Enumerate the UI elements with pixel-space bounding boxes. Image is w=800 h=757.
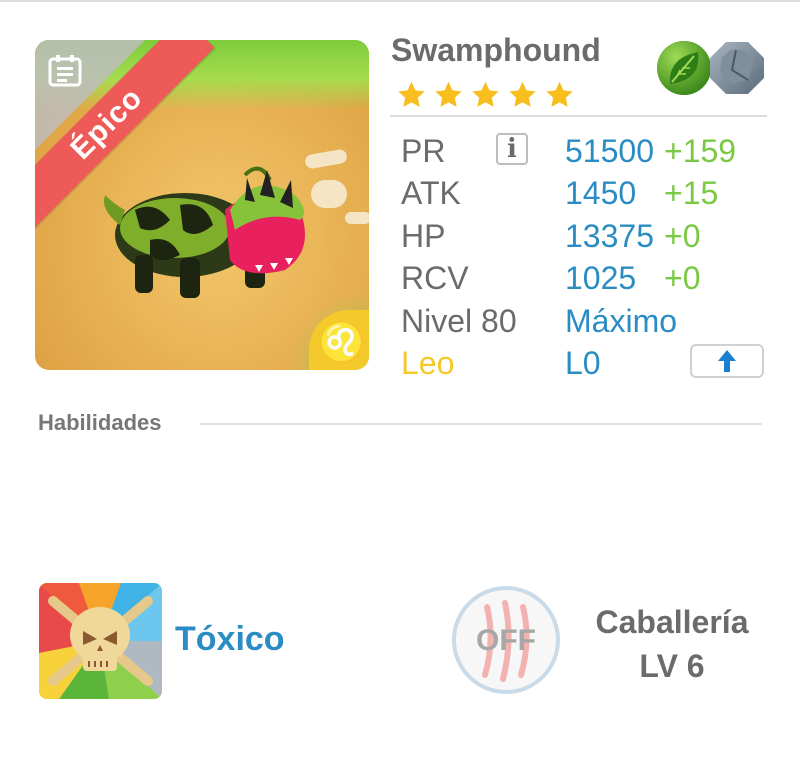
passive-skill-info: Caballería LV 6	[586, 600, 758, 688]
stat-bonus-hp: +0	[664, 218, 701, 254]
stat-bonus-atk: +15	[664, 175, 719, 211]
stat-value-sign-level: L0	[565, 345, 601, 381]
skull-crossbones-icon[interactable]	[39, 583, 162, 699]
stat-bonus-pr: +159	[664, 133, 737, 169]
stat-label-rcv: RCV	[401, 260, 469, 296]
passive-state-label: OFF	[476, 624, 536, 657]
leo-icon: ♌	[319, 322, 367, 364]
star-icon	[435, 81, 462, 107]
stat-value-atk: 1450	[565, 175, 637, 211]
stat-bonus-rcv: +0	[664, 260, 701, 296]
top-divider	[0, 0, 800, 2]
star-icon	[546, 81, 573, 107]
stat-value-rcv: 1025	[565, 260, 637, 296]
arrow-up-icon	[718, 350, 736, 372]
bone-decoration	[345, 212, 369, 224]
star-icon	[509, 81, 536, 107]
claw-scratch-icon: OFF	[452, 586, 560, 694]
star-icon	[398, 81, 425, 107]
stat-label-hp: HP	[401, 218, 446, 254]
section-title: Habilidades	[38, 410, 162, 435]
passive-skill-level: LV 6	[639, 648, 705, 684]
section-divider	[200, 423, 762, 425]
passive-skill-name: Caballería	[595, 604, 749, 640]
stat-label-pr: PR	[401, 133, 446, 169]
stat-value-level: Máximo	[565, 303, 678, 339]
monster-portrait[interactable]: Épico ♌	[35, 40, 369, 370]
swamphound-creature	[104, 166, 305, 298]
calendar-icon[interactable]	[47, 54, 83, 88]
stat-label-level: Nivel 80	[401, 303, 517, 339]
stat-value-hp: 13375	[565, 218, 654, 254]
active-skill-name: Tóxico	[175, 620, 285, 658]
upgrade-button[interactable]	[690, 344, 764, 378]
header-divider	[390, 115, 767, 117]
passive-skill-toggle[interactable]: OFF	[451, 585, 561, 695]
star-rating	[396, 80, 575, 110]
leaf-icon	[657, 41, 711, 95]
info-button[interactable]: i	[496, 133, 528, 165]
stat-label-sign: Leo	[401, 345, 455, 381]
star-icon	[472, 81, 499, 107]
stat-label-atk: ATK	[401, 175, 461, 211]
stone-icon	[710, 42, 764, 94]
monster-name: Swamphound	[391, 32, 601, 68]
stat-value-pr: 51500	[565, 133, 654, 169]
